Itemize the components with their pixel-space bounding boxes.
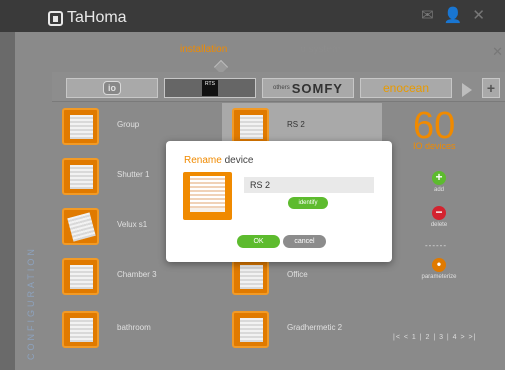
delete-label: delete — [430, 222, 448, 228]
panel-close-icon[interactable]: ✕ — [492, 44, 503, 60]
shutter-icon — [62, 258, 99, 295]
pagination[interactable]: |< < 1 | 2 | 3 | 4 > >| — [393, 334, 476, 341]
device-label: Gradhermetic 2 — [287, 323, 343, 332]
rts-logo: RTS — [202, 80, 218, 96]
filter-others-somfy[interactable]: others SOMFY — [262, 78, 354, 98]
rename-device-dialog: Rename device identify OK cancel — [166, 141, 392, 262]
shutter-icon — [183, 172, 232, 220]
window-icon — [62, 208, 99, 245]
add-filter-button[interactable]: + — [482, 78, 500, 98]
device-count-label: IO devices — [413, 141, 456, 151]
settings-icon: • — [432, 258, 446, 272]
home-icon — [48, 10, 63, 26]
device-item[interactable]: bathroom — [52, 306, 212, 354]
device-name-input[interactable] — [244, 177, 374, 193]
next-arrow-icon[interactable] — [462, 83, 472, 97]
device-label: Chamber 3 — [117, 270, 157, 279]
shutter-icon — [232, 311, 269, 348]
top-bar: TaHoma ✉ 👤 ✕ — [0, 0, 505, 32]
top-icons: ✉ 👤 ✕ — [421, 8, 485, 24]
left-shadow — [0, 32, 15, 370]
summary-column: 60 IO devices + add − delete ------ • pa… — [405, 103, 475, 363]
shutter-icon — [62, 311, 99, 348]
shutter-icon — [232, 108, 269, 145]
io-logo: io — [103, 81, 121, 95]
device-label: bathroom — [117, 323, 151, 332]
device-label: Velux s1 — [117, 220, 148, 229]
shutter-icon — [62, 158, 99, 195]
plus-icon: + — [432, 171, 446, 185]
identify-button[interactable]: identify — [288, 197, 328, 209]
filter-rts[interactable]: RTS — [164, 78, 256, 98]
device-label: RS 2 — [287, 120, 305, 129]
minus-icon: − — [432, 206, 446, 220]
device-label: Shutter 1 — [117, 170, 150, 179]
shutter-icon — [62, 108, 99, 145]
somfy-logo: SOMFY — [291, 80, 343, 96]
cancel-button[interactable]: cancel — [283, 235, 326, 248]
brand-logo: TaHoma — [48, 9, 127, 27]
filter-io[interactable]: io — [66, 78, 158, 98]
device-label: Group — [117, 120, 140, 129]
device-item[interactable]: Gradhermetic 2 — [222, 306, 382, 354]
tab-bar: installation io system — [20, 40, 505, 75]
add-label: add — [433, 187, 444, 193]
separator: ------ — [425, 241, 447, 250]
shutter-icon — [232, 258, 269, 295]
device-label: Office — [287, 270, 308, 279]
parameterize-button[interactable]: • parameterize — [419, 258, 459, 281]
delete-button[interactable]: − delete — [419, 206, 459, 229]
protocol-filter-bar: io RTS others SOMFY enocean + — [52, 72, 505, 102]
brand-name: TaHoma — [67, 9, 127, 26]
tab-installation[interactable]: installation — [180, 44, 227, 55]
configuration-sidebar: CONFIGURATION — [26, 220, 40, 370]
mail-icon[interactable]: ✉ — [421, 8, 434, 24]
ok-button[interactable]: OK — [237, 235, 280, 248]
filter-enocean[interactable]: enocean — [360, 78, 452, 98]
sidebar-label: CONFIGURATION — [26, 246, 36, 360]
close-icon[interactable]: ✕ — [472, 8, 485, 24]
dialog-title: Rename device — [184, 155, 254, 166]
user-icon[interactable]: 👤 — [444, 8, 463, 24]
enocean-logo: enocean — [382, 81, 430, 95]
add-button[interactable]: + add — [419, 171, 459, 193]
tab-io-system[interactable]: io system — [298, 44, 340, 55]
parameterize-label: parameterize — [421, 274, 457, 280]
others-label: others — [273, 85, 290, 91]
